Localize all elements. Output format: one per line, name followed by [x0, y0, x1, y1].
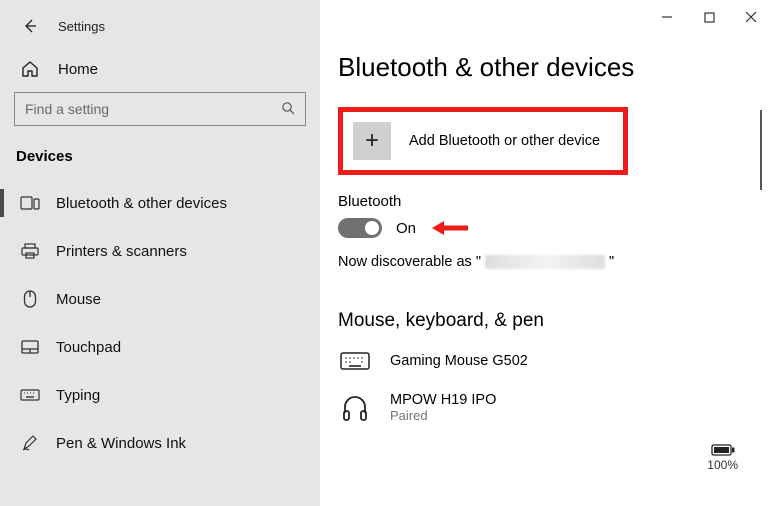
keyboard-icon: [20, 389, 40, 401]
home-label: Home: [58, 61, 98, 78]
minimize-button[interactable]: [660, 10, 674, 24]
close-icon: [745, 11, 757, 23]
nav-label: Typing: [56, 387, 100, 404]
search-input[interactable]: [25, 101, 281, 117]
battery-indicator: 100%: [707, 444, 738, 472]
device-row[interactable]: Gaming Mouse G502: [338, 348, 738, 388]
device-section-title: Mouse, keyboard, & pen: [338, 310, 738, 332]
titlebar: Settings: [0, 10, 320, 42]
battery-icon: [711, 444, 735, 456]
nav-item-pen[interactable]: Pen & Windows Ink: [0, 419, 320, 467]
devices-icon: [20, 195, 40, 211]
nav-item-bluetooth[interactable]: Bluetooth & other devices: [0, 179, 320, 227]
redacted-name: [485, 255, 605, 269]
device-name: MPOW H19 IPO: [390, 392, 496, 408]
home-nav[interactable]: Home: [0, 42, 320, 92]
plus-icon: +: [353, 122, 391, 160]
window-controls: [660, 10, 758, 24]
mouse-icon: [20, 290, 40, 308]
add-device-label: Add Bluetooth or other device: [409, 133, 600, 149]
nav-item-typing[interactable]: Typing: [0, 371, 320, 419]
nav-label: Pen & Windows Ink: [56, 435, 186, 452]
toggle-state-label: On: [396, 220, 416, 237]
touchpad-icon: [20, 340, 40, 354]
discoverable-text: Now discoverable as " ": [338, 254, 738, 270]
battery-percent: 100%: [707, 458, 738, 472]
content-pane: Bluetooth & other devices + Add Bluetoot…: [320, 0, 768, 506]
nav-label: Bluetooth & other devices: [56, 195, 227, 212]
bluetooth-toggle-row: On: [338, 218, 738, 238]
search-box[interactable]: [14, 92, 306, 126]
arrow-left-icon: [22, 18, 38, 34]
nav-label: Printers & scanners: [56, 243, 187, 260]
printer-icon: [20, 243, 40, 259]
nav-item-mouse[interactable]: Mouse: [0, 275, 320, 323]
maximize-button[interactable]: [702, 10, 716, 24]
close-button[interactable]: [744, 10, 758, 24]
device-name: Gaming Mouse G502: [390, 353, 528, 369]
nav-label: Touchpad: [56, 339, 121, 356]
nav-item-touchpad[interactable]: Touchpad: [0, 323, 320, 371]
scrollbar[interactable]: [760, 110, 762, 190]
nav-item-printers[interactable]: Printers & scanners: [0, 227, 320, 275]
search-icon: [281, 101, 295, 118]
nav-label: Mouse: [56, 291, 101, 308]
search-container: [0, 92, 320, 144]
home-icon: [20, 60, 40, 78]
annotation-arrow-icon: [430, 218, 470, 238]
window-title: Settings: [58, 19, 105, 34]
bluetooth-toggle[interactable]: [338, 218, 382, 238]
nav-section-label: Devices: [0, 144, 320, 179]
page-title: Bluetooth & other devices: [338, 52, 738, 83]
headphones-device-icon: [338, 395, 372, 421]
add-device-button[interactable]: + Add Bluetooth or other device: [338, 107, 628, 175]
device-row[interactable]: MPOW H19 IPO Paired: [338, 388, 738, 441]
sidebar: Settings Home Devices Bluetooth & other …: [0, 0, 320, 506]
back-button[interactable]: [22, 18, 38, 34]
minimize-icon: [661, 11, 673, 23]
maximize-icon: [704, 12, 715, 23]
nav-list: Bluetooth & other devices Printers & sca…: [0, 179, 320, 467]
device-status: Paired: [390, 408, 496, 423]
pen-icon: [20, 434, 40, 452]
keyboard-device-icon: [338, 352, 372, 370]
bluetooth-label: Bluetooth: [338, 193, 738, 210]
